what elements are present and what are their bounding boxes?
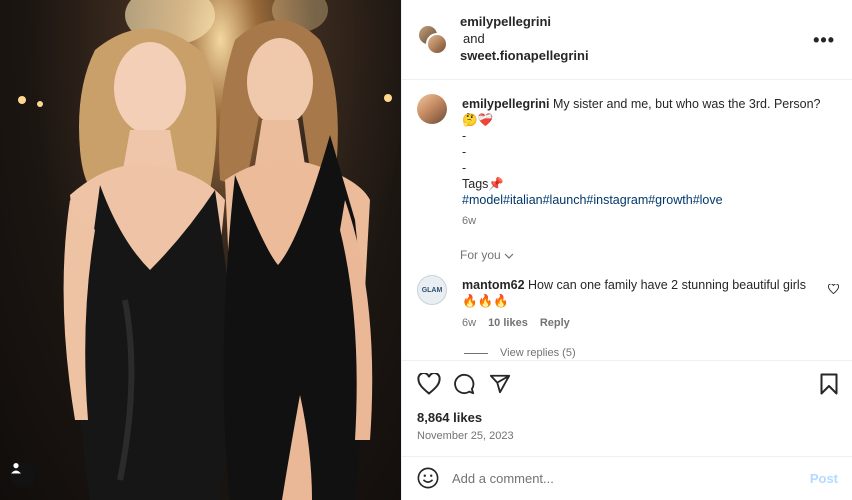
caption-hashtags[interactable]: #model#italian#launch#instagram#growth#l…	[462, 193, 723, 207]
more-horizontal-icon: •••	[813, 30, 835, 50]
comment-username[interactable]: mantom62	[462, 278, 525, 292]
comment-likes[interactable]: 10 likes	[488, 317, 528, 329]
post-actions: 8,864 likes November 25, 2023	[402, 360, 852, 448]
post-side-panel: emilypellegrini and sweet.fionapellegrin…	[401, 0, 852, 500]
caption-emoji: 🤔❤️‍🩹	[462, 113, 494, 127]
avatar-text: GLAM	[421, 286, 443, 294]
comments-section: emilypellegrini My sister and me, but wh…	[402, 81, 852, 360]
share-button[interactable]	[489, 373, 511, 398]
post-photo[interactable]	[0, 0, 401, 500]
comment-reply-button[interactable]: Reply	[540, 317, 570, 329]
caption-dash: -	[462, 161, 467, 175]
comment-emoji: 🔥🔥🔥	[462, 294, 509, 308]
for-you-dropdown[interactable]: For you	[460, 248, 514, 262]
caption-dash: -	[462, 129, 467, 143]
divider	[464, 352, 488, 354]
for-you-label: For you	[460, 248, 501, 262]
caption-username[interactable]: emilypellegrini	[462, 97, 550, 111]
like-button[interactable]	[417, 372, 441, 398]
caption: emilypellegrini My sister and me, but wh…	[462, 96, 832, 208]
heart-icon	[828, 283, 839, 295]
collab-username[interactable]: sweet.fionapellegrini	[460, 47, 589, 64]
heart-icon	[417, 372, 441, 395]
comment-icon	[454, 373, 475, 395]
avatar[interactable]	[417, 94, 447, 124]
avatar[interactable]: GLAM	[417, 275, 447, 305]
comment-input[interactable]	[452, 467, 792, 489]
bookmark-icon	[820, 373, 838, 395]
comment-timestamp[interactable]: 6w	[462, 317, 476, 329]
post-comment-button[interactable]: Post	[810, 471, 838, 486]
post-header: emilypellegrini and sweet.fionapellegrin…	[402, 0, 852, 80]
caption-text: My sister and me, but who was the 3rd. P…	[553, 97, 821, 111]
avatar	[426, 33, 448, 55]
comment-meta: 6w 10 likes Reply	[462, 317, 570, 329]
emoji-button[interactable]	[417, 467, 439, 492]
likes-count[interactable]: 8,864 likes	[417, 410, 482, 425]
caption-dash: -	[462, 145, 467, 159]
post-dialog: emilypellegrini and sweet.fionapellegrin…	[0, 0, 852, 500]
emoji-icon	[417, 467, 439, 489]
post-date: November 25, 2023	[417, 430, 514, 442]
comment-like-button[interactable]	[828, 282, 839, 297]
collab-avatars[interactable]	[417, 24, 449, 56]
caption-timestamp[interactable]: 6w	[462, 215, 476, 227]
collab-conjunction: and	[463, 31, 485, 46]
tagged-users-button[interactable]	[10, 462, 36, 488]
comment-body: mantom62 How can one family have 2 stunn…	[462, 277, 817, 309]
photo-illustration	[18, 0, 392, 500]
comment-button[interactable]	[453, 373, 475, 398]
caption-tags-label: Tags📌	[462, 177, 504, 191]
chevron-down-icon	[504, 253, 514, 259]
view-replies-button[interactable]: View replies (5)	[464, 347, 576, 359]
author-username[interactable]: emilypellegrini	[460, 13, 589, 30]
save-button[interactable]	[820, 373, 838, 398]
comment-text: How can one family have 2 stunning beaut…	[528, 278, 806, 292]
add-comment-bar: Post	[402, 456, 852, 500]
collab-names: emilypellegrini and sweet.fionapellegrin…	[460, 13, 589, 64]
more-options-button[interactable]: •••	[813, 30, 835, 51]
send-icon	[489, 374, 511, 394]
view-replies-label: View replies (5)	[500, 347, 576, 359]
user-icon	[11, 463, 21, 474]
